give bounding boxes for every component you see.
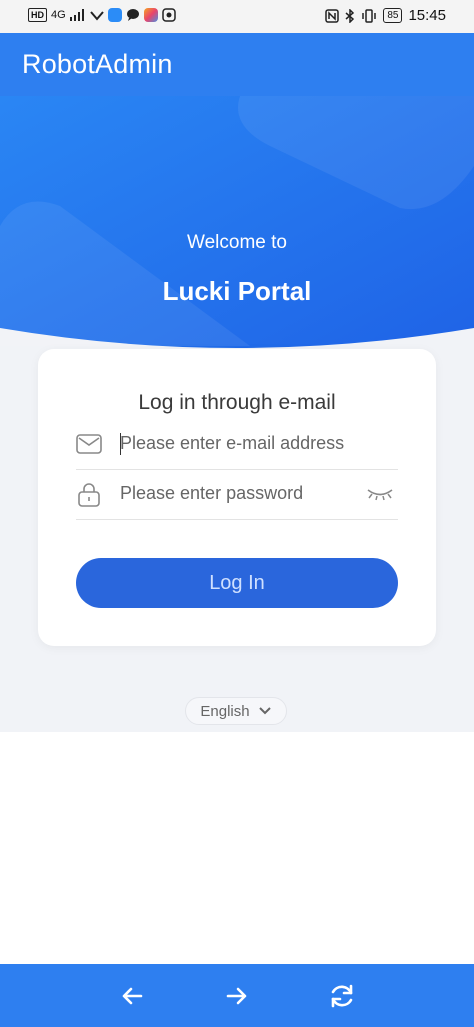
language-selector[interactable]: English <box>185 697 287 725</box>
gallery-app-icon <box>143 8 158 22</box>
android-app-icon <box>161 8 176 22</box>
email-input[interactable] <box>120 419 350 468</box>
arrow-right-icon[interactable] <box>222 981 252 1011</box>
language-label: English <box>200 702 250 720</box>
refresh-icon[interactable] <box>327 981 357 1011</box>
eye-closed-icon[interactable] <box>366 485 394 503</box>
bottom-nav-bar <box>0 964 474 1027</box>
app-title: RobotAdmin <box>22 49 173 79</box>
arrow-left-icon[interactable] <box>117 981 147 1011</box>
battery-level: 85 <box>383 8 403 23</box>
cloud-app-icon <box>107 8 122 22</box>
envelope-icon <box>76 434 102 454</box>
nfc-icon <box>325 8 340 23</box>
clock: 15:45 <box>408 7 446 24</box>
portal-name: Lucki Portal <box>162 276 312 306</box>
login-card: Log in through e-mail Please enter e-mai… <box>38 349 436 646</box>
email-field-row <box>76 419 398 470</box>
app-bar: RobotAdmin <box>0 33 474 96</box>
status-bar: HD 4G 85 15:45 <box>0 0 474 33</box>
network-type: 4G <box>51 9 66 21</box>
vibrate-icon <box>362 8 377 23</box>
notification-app-icon <box>89 11 104 21</box>
chevron-down-icon <box>258 707 271 715</box>
text-cursor <box>120 433 121 455</box>
hd-indicator: HD <box>28 8 47 22</box>
status-right: 85 15:45 <box>325 7 446 24</box>
password-field-row <box>76 469 398 520</box>
status-left: HD 4G <box>28 8 176 22</box>
signal-icon <box>69 9 84 21</box>
bluetooth-icon <box>345 8 355 23</box>
login-button[interactable]: Log In <box>76 558 398 608</box>
login-title: Log in through e-mail <box>138 391 336 414</box>
login-page: Welcome to Lucki Portal Log in through e… <box>0 96 474 732</box>
chat-app-icon <box>126 9 139 21</box>
hero-background <box>0 96 474 348</box>
welcome-text: Welcome to <box>187 232 287 253</box>
password-input[interactable] <box>120 469 350 518</box>
lock-icon <box>78 483 100 507</box>
